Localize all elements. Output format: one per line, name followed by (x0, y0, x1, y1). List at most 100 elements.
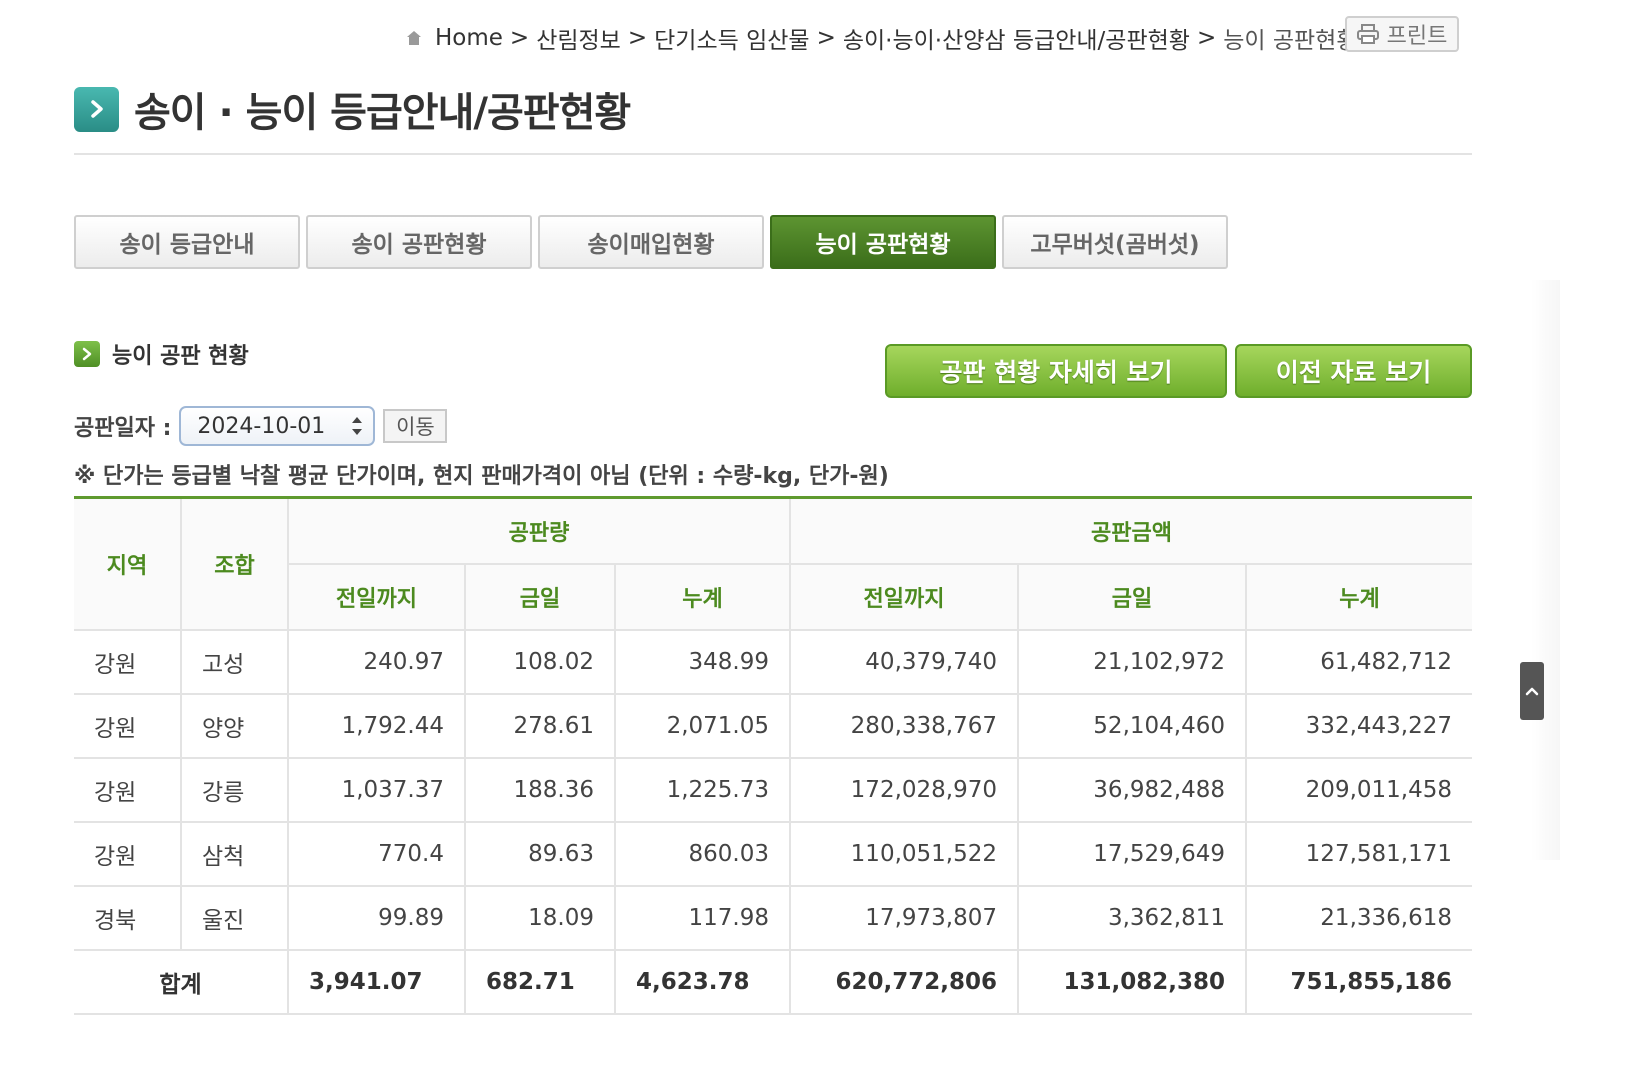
cell-region: 강원 (74, 758, 181, 823)
header-amount: 공판금액 (789, 497, 1472, 565)
page-edge-shadow (1530, 280, 1560, 860)
chevron-right-icon (74, 341, 100, 367)
cell-volume-today: 188.36 (464, 758, 615, 823)
cell-region: 강원 (74, 822, 181, 887)
select-arrows-icon (352, 417, 363, 435)
date-select[interactable]: 2024-10-01 (179, 406, 376, 446)
tab-songi-grade-info[interactable]: 송이 등급안내 (74, 215, 300, 269)
cell-amount-previous: 280,338,767 (789, 694, 1018, 759)
cell-volume-previous: 1,037.37 (287, 758, 465, 823)
header-volume-cumulative: 누계 (614, 564, 790, 631)
table-header-row: 지역 조합 공판량 공판금액 (74, 497, 1472, 631)
breadcrumb-separator: > (627, 25, 648, 51)
date-filter: 공판일자 : 2024-10-01 이동 (74, 406, 448, 446)
cell-amount-cumulative: 332,443,227 (1245, 694, 1472, 759)
chevron-right-icon (74, 86, 119, 132)
cell-volume-cumulative: 348.99 (614, 630, 790, 695)
printer-icon (1356, 24, 1379, 44)
page-header: 송이 · 능이 등급안내/공판현황 (74, 80, 631, 138)
cell-union: 삼척 (180, 822, 288, 887)
table-total-row: 합계 3,941.07 682.71 4,623.78 620,772,806 … (74, 950, 1472, 1015)
header-amount-cumulative: 누계 (1245, 564, 1472, 631)
breadcrumb-current: 능이 공판현황 (1223, 28, 1358, 54)
tab-neungi-auction-status[interactable]: 능이 공판현황 (770, 215, 996, 269)
cell-union: 고성 (180, 630, 288, 695)
section-title: 능이 공판 현황 (112, 344, 249, 369)
cell-volume-previous: 240.97 (287, 630, 465, 695)
cell-region: 강원 (74, 694, 181, 759)
cell-union: 강릉 (180, 758, 288, 823)
header-amount-today: 금일 (1017, 564, 1246, 631)
cell-volume-today: 89.63 (464, 822, 615, 887)
cell-volume-today: 278.61 (464, 694, 615, 759)
cell-volume-cumulative: 117.98 (614, 886, 790, 951)
cell-amount-today: 36,982,488 (1017, 758, 1246, 823)
cell-amount-previous: 40,379,740 (789, 630, 1018, 695)
breadcrumb-home[interactable]: Home (435, 25, 503, 51)
cell-amount-today: 17,529,649 (1017, 822, 1246, 887)
cell-amount-today: 52,104,460 (1017, 694, 1246, 759)
total-amount-previous: 620,772,806 (789, 950, 1018, 1015)
cell-union: 양양 (180, 694, 288, 759)
go-button[interactable]: 이동 (383, 409, 448, 443)
arrow-up-icon (1525, 687, 1539, 696)
unit-note: ※ 단가는 등급별 낙찰 평균 단가이며, 현지 판매가격이 아님 (단위 : … (74, 464, 889, 489)
cell-union: 울진 (180, 886, 288, 951)
tab-songi-auction-status[interactable]: 송이 공판현황 (306, 215, 532, 269)
cell-volume-today: 108.02 (464, 630, 615, 695)
cell-amount-previous: 172,028,970 (789, 758, 1018, 823)
tab-bar: 송이 등급안내 송이 공판현황 송이매입현황 능이 공판현황 고무버섯(곰버섯) (74, 215, 1228, 269)
cell-amount-previous: 110,051,522 (789, 822, 1018, 887)
page-title: 송이 · 능이 등급안내/공판현황 (134, 90, 631, 136)
cell-amount-cumulative: 61,482,712 (1245, 630, 1472, 695)
header-volume-today: 금일 (464, 564, 615, 631)
cell-amount-cumulative: 209,011,458 (1245, 758, 1472, 823)
date-label: 공판일자 : (74, 416, 172, 441)
header-union: 조합 (180, 497, 288, 631)
table-row: 강원 고성 240.97 108.02 348.99 40,379,740 21,102,9… (74, 630, 1472, 695)
cell-volume-cumulative: 1,225.73 (614, 758, 790, 823)
home-icon (407, 31, 421, 45)
cell-region: 경북 (74, 886, 181, 951)
cell-amount-today: 21,102,972 (1017, 630, 1246, 695)
breadcrumb-separator: > (1196, 25, 1217, 51)
header-volume: 공판량 (287, 497, 790, 565)
header-region: 지역 (74, 497, 181, 631)
cell-amount-previous: 17,973,807 (789, 886, 1018, 951)
cell-amount-today: 3,362,811 (1017, 886, 1246, 951)
cell-volume-cumulative: 860.03 (614, 822, 790, 887)
breadcrumb: Home > 산림정보 > 단기소득 임산물 > 송이·능이·산양삼 등급안내/… (405, 18, 1358, 58)
previous-data-button[interactable]: 이전 자료 보기 (1235, 344, 1472, 398)
view-details-button[interactable]: 공판 현황 자세히 보기 (885, 344, 1227, 398)
header-volume-previous: 전일까지 (287, 564, 465, 631)
total-amount-today: 131,082,380 (1017, 950, 1246, 1015)
tab-songi-purchase-status[interactable]: 송이매입현황 (538, 215, 764, 269)
total-volume-previous: 3,941.07 (287, 950, 465, 1015)
breadcrumb-separator: > (509, 25, 530, 51)
cell-volume-previous: 770.4 (287, 822, 465, 887)
table-row: 경북 울진 99.89 18.09 117.98 17,973,807 3,362,811 2… (74, 886, 1472, 951)
cell-region: 강원 (74, 630, 181, 695)
breadcrumb-separator: > (816, 25, 836, 51)
print-button-label: 프린트 (1386, 24, 1448, 49)
total-amount-cumulative: 751,855,186 (1245, 950, 1472, 1015)
cell-volume-previous: 1,792.44 (287, 694, 465, 759)
breadcrumb-forest-info[interactable]: 산림정보 (536, 21, 621, 55)
scroll-to-top-button[interactable] (1520, 662, 1544, 720)
cell-volume-previous: 99.89 (287, 886, 465, 951)
breadcrumb-short-term-products[interactable]: 단기소득 임산물 (654, 21, 809, 55)
print-button[interactable]: 프린트 (1345, 16, 1459, 52)
date-select-value: 2024-10-01 (197, 413, 326, 439)
cell-amount-cumulative: 127,581,171 (1245, 822, 1472, 887)
title-divider (74, 153, 1472, 155)
cell-amount-cumulative: 21,336,618 (1245, 886, 1472, 951)
header-amount-previous: 전일까지 (789, 564, 1018, 631)
cell-volume-cumulative: 2,071.05 (614, 694, 790, 759)
breadcrumb-grade-info[interactable]: 송이·능이·산양삼 등급안내/공판현황 (843, 21, 1190, 55)
table-row: 강원 삼척 770.4 89.63 860.03 110,051,522 17,529,64… (74, 822, 1472, 887)
cell-volume-today: 18.09 (464, 886, 615, 951)
total-volume-cumulative: 4,623.78 (614, 950, 790, 1015)
tab-rubber-mushroom[interactable]: 고무버섯(곰버섯) (1002, 215, 1228, 269)
total-label: 합계 (74, 950, 288, 1015)
table-row: 강원 양양 1,792.44 278.61 2,071.05 280,338,767 52,… (74, 694, 1472, 759)
